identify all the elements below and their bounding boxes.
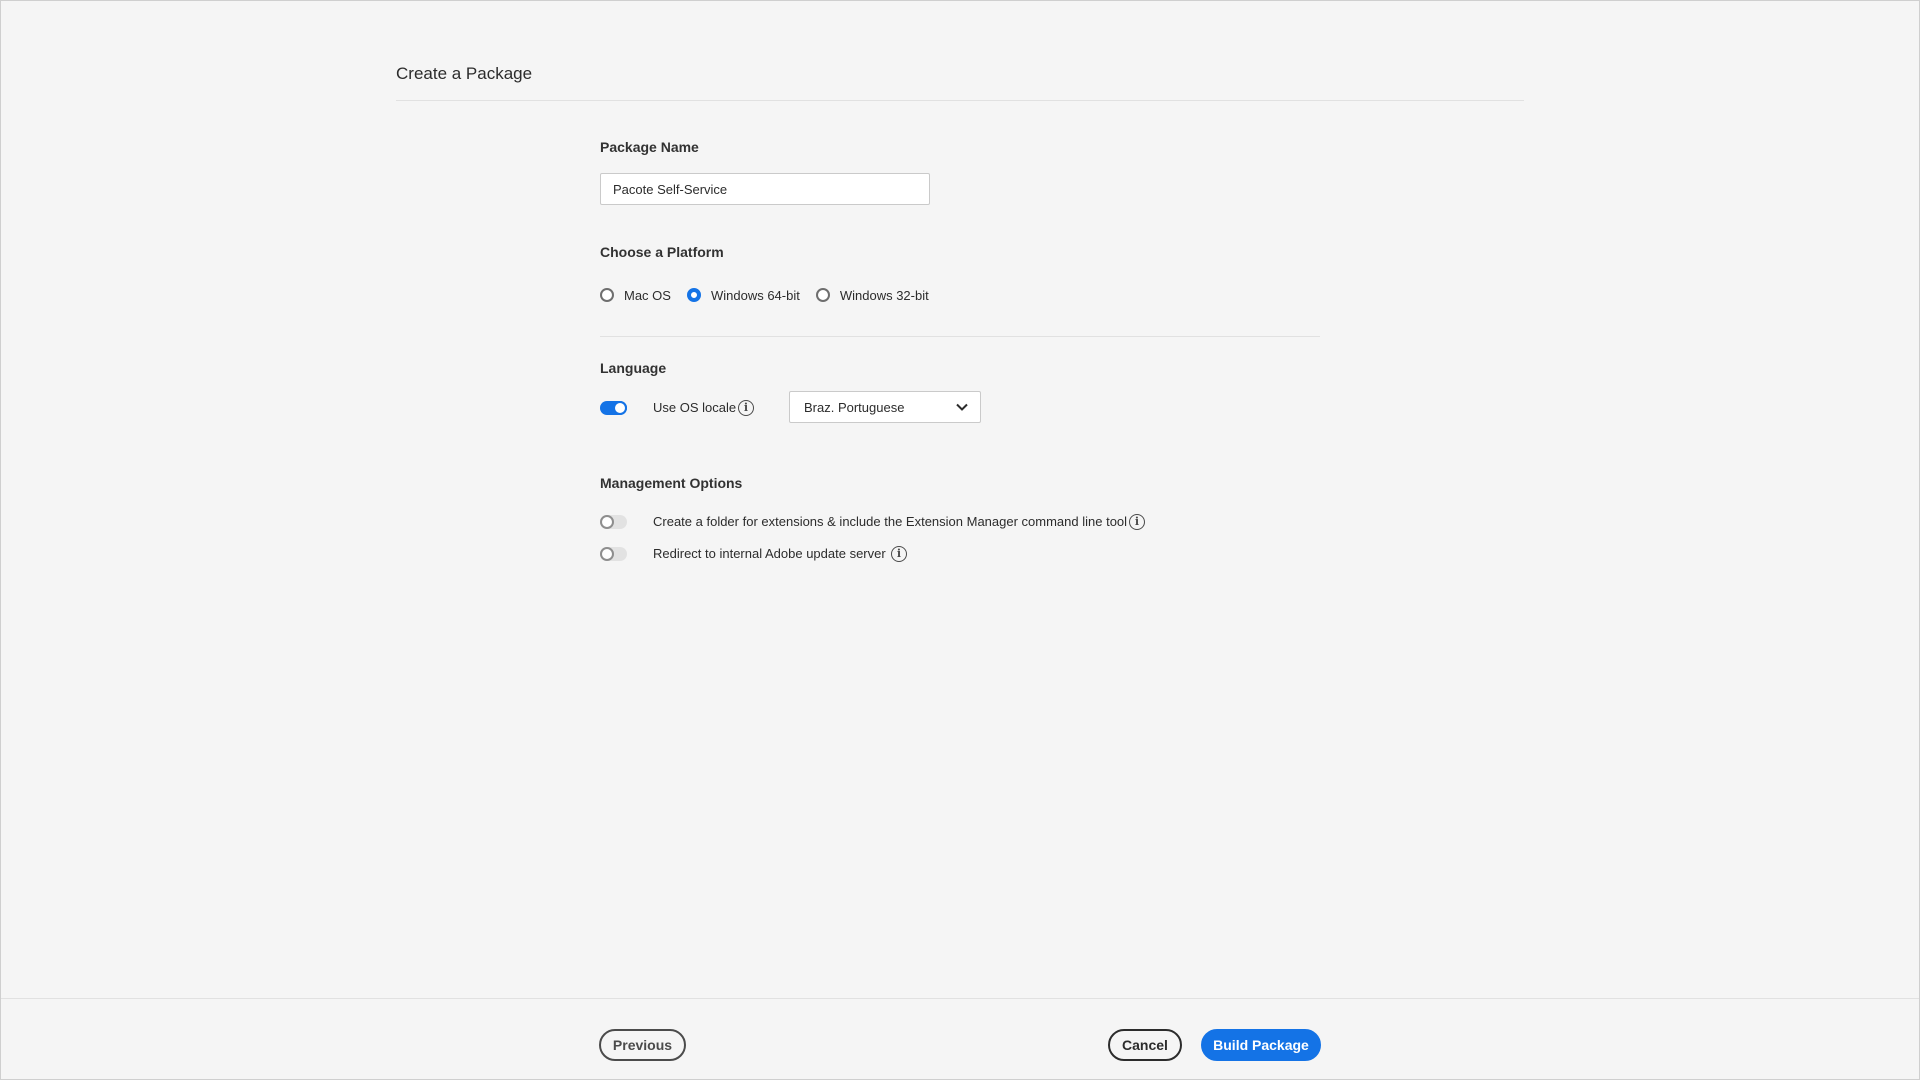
page-title: Create a Package [396,64,533,83]
toggle-knob [600,547,614,561]
section-divider [600,336,1320,337]
info-icon[interactable]: i [891,546,907,562]
extensions-folder-toggle[interactable] [600,515,627,529]
package-name-label: Package Name [600,139,699,155]
title-divider [396,100,1524,101]
chevron-down-icon [956,403,968,411]
platform-option-label: Windows 64-bit [710,287,800,303]
redirect-update-server-toggle[interactable] [600,547,627,561]
toggle-knob [600,515,614,529]
previous-button[interactable]: Previous [599,1029,686,1061]
language-select[interactable]: Braz. Portuguese [789,391,981,423]
platform-option-label: Windows 32-bit [839,287,929,303]
radio-windows-32[interactable] [815,288,830,302]
platform-option-windows-32[interactable]: Windows 32-bit [815,287,929,303]
package-name-input[interactable] [600,173,930,205]
redirect-update-server-label: Redirect to internal Adobe update server [653,546,886,561]
app-window [0,0,1920,1080]
cancel-button[interactable]: Cancel [1108,1029,1182,1061]
footer-bar [1,998,1919,1079]
language-select-value: Braz. Portuguese [804,399,905,415]
radio-mac-os[interactable] [600,288,614,302]
use-os-locale-toggle[interactable] [600,401,627,415]
platform-option-windows-64[interactable]: Windows 64-bit [686,287,800,303]
platform-option-label: Mac OS [624,287,671,303]
language-label: Language [600,360,667,376]
radio-windows-64[interactable] [686,288,701,302]
management-options-label: Management Options [600,475,743,491]
platform-option-mac-os[interactable]: Mac OS [600,288,671,303]
info-icon[interactable]: i [738,400,754,416]
platform-label: Choose a Platform [600,244,724,260]
build-package-button[interactable]: Build Package [1201,1029,1321,1061]
extensions-folder-label: Create a folder for extensions & include… [653,514,1128,529]
platform-radio-group: Mac OS Windows 64-bit Windows 32-bit [600,286,945,304]
info-icon[interactable]: i [1129,514,1145,530]
use-os-locale-label: Use OS locale [653,400,737,415]
toggle-knob [613,401,627,415]
